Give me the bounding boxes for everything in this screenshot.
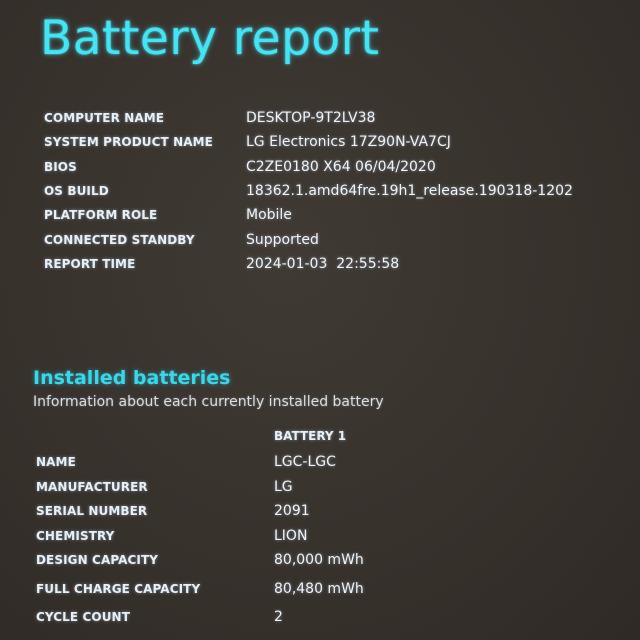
info-label: OS BUILD <box>44 184 109 199</box>
battery-value: 2 <box>274 608 283 625</box>
info-value: LG Electronics 17Z90N-VA7CJ <box>246 134 451 151</box>
battery-row-cycle-count: CYCLE COUNT 2 <box>36 605 364 630</box>
info-value: Supported <box>246 231 319 248</box>
info-row-computer-name: COMPUTER NAME DESKTOP-9T2LV38 <box>44 106 573 130</box>
battery-value: LG <box>274 478 293 495</box>
info-row-connected-standby: CONNECTED STANDBY Supported <box>44 227 573 251</box>
battery-row-full-charge-capacity: FULL CHARGE CAPACITY 80,480 mWh <box>36 573 364 605</box>
battery-row-name: NAME LGC-LGC <box>36 450 364 475</box>
info-label: BIOS <box>44 159 77 174</box>
info-row-report-time: REPORT TIME 2024-01-03 22:55:58 <box>44 252 573 276</box>
battery-label: CYCLE COUNT <box>36 609 130 624</box>
battery-column-header: BATTERY 1 <box>274 429 347 443</box>
info-label: PLATFORM ROLE <box>44 208 158 223</box>
info-value: Mobile <box>246 207 292 224</box>
battery-label: NAME <box>36 455 76 470</box>
info-value: C2ZE0180 X64 06/04/2020 <box>246 158 436 175</box>
info-row-bios: BIOS C2ZE0180 X64 06/04/2020 <box>44 155 573 179</box>
battery-value: LION <box>274 527 308 544</box>
section-title-installed-batteries: Installed batteries <box>33 367 231 389</box>
battery-label: DESIGN CAPACITY <box>36 553 159 568</box>
info-label: REPORT TIME <box>44 256 136 271</box>
info-value: 18362.1.amd64fre.19h1_release.190318-120… <box>246 183 573 200</box>
info-row-platform-role: PLATFORM ROLE Mobile <box>44 203 573 227</box>
info-label: SYSTEM PRODUCT NAME <box>44 135 213 150</box>
battery-label: FULL CHARGE CAPACITY <box>36 581 201 596</box>
battery-value: 80,000 mWh <box>274 552 364 569</box>
battery-value: 2091 <box>274 503 310 520</box>
battery-label: CHEMISTRY <box>36 528 115 543</box>
section-subtitle: Information about each currently install… <box>33 394 384 410</box>
info-value: 2024-01-03 22:55:58 <box>246 255 400 272</box>
battery-row-manufacturer: MANUFACTURER LG <box>36 475 364 500</box>
battery-label: SERIAL NUMBER <box>36 504 148 519</box>
info-label: CONNECTED STANDBY <box>44 232 195 247</box>
info-value: DESKTOP-9T2LV38 <box>246 110 376 127</box>
battery-value: LGC-LGC <box>274 454 336 471</box>
page-title: Battery report <box>40 11 380 66</box>
battery-value: 80,480 mWh <box>274 580 364 597</box>
battery-row-chemistry: CHEMISTRY LION <box>36 524 364 549</box>
info-label: COMPUTER NAME <box>44 111 165 126</box>
battery-label: MANUFACTURER <box>36 479 148 494</box>
info-row-system-product-name: SYSTEM PRODUCT NAME LG Electronics 17Z90… <box>44 130 573 154</box>
system-info-table: COMPUTER NAME DESKTOP-9T2LV38 SYSTEM PRO… <box>44 106 573 276</box>
info-row-os-build: OS BUILD 18362.1.amd64fre.19h1_release.1… <box>44 179 573 203</box>
battery-table: NAME LGC-LGC MANUFACTURER LG SERIAL NUMB… <box>36 450 364 629</box>
battery-row-serial-number: SERIAL NUMBER 2091 <box>36 499 364 524</box>
battery-row-design-capacity: DESIGN CAPACITY 80,000 mWh <box>36 548 364 573</box>
